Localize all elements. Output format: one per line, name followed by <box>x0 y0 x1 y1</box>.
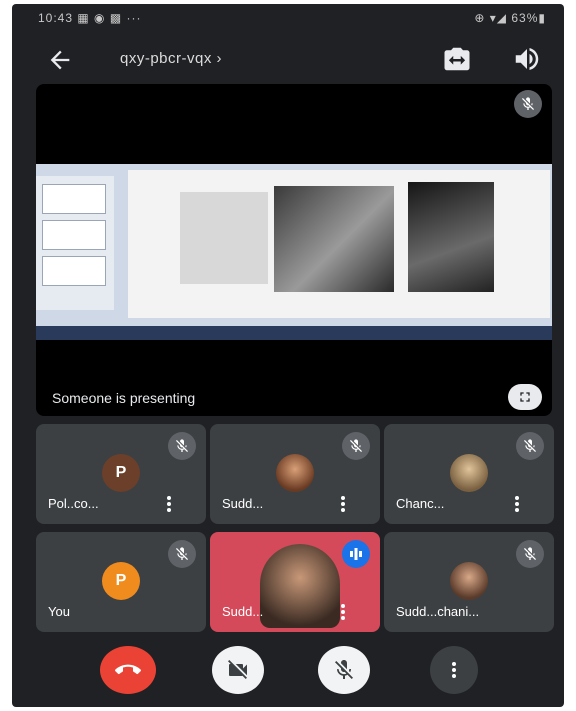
speaker-button[interactable] <box>512 44 542 74</box>
slide-canvas <box>128 170 550 318</box>
presentation-label: Someone is presenting <box>52 390 196 406</box>
participant-mic-off <box>516 540 544 568</box>
participant-tile-speaking[interactable]: Sudd... <box>210 532 380 632</box>
more-vert-icon <box>341 496 345 512</box>
more-vert-icon <box>452 662 456 678</box>
slide-image-face <box>180 192 268 284</box>
participant-name: Chanc... <box>396 496 445 511</box>
meeting-code[interactable]: qxy-pbcr-vqx › <box>120 50 222 67</box>
mic-off-icon <box>524 439 536 452</box>
participant-name: Sudd... <box>222 496 264 511</box>
mic-toggle-button[interactable] <box>318 646 370 694</box>
participant-tile-self[interactable]: P You <box>36 532 206 632</box>
camera-toggle-button[interactable] <box>212 646 264 694</box>
participant-tile[interactable]: Sudd... <box>210 424 380 524</box>
end-call-button[interactable] <box>100 646 156 694</box>
avatar <box>276 454 314 492</box>
participant-name: Sudd...chani... <box>396 604 480 619</box>
mic-off-icon <box>524 547 536 560</box>
camera-off-icon <box>228 660 247 679</box>
shared-taskbar <box>36 326 552 340</box>
participant-mic-off <box>516 432 544 460</box>
switch-camera-button[interactable] <box>442 44 472 74</box>
back-arrow-icon <box>50 50 70 70</box>
more-vert-icon <box>341 604 345 620</box>
participant-name: You <box>48 604 70 619</box>
slide-thumbnail <box>42 220 106 250</box>
participant-mic-off <box>342 432 370 460</box>
more-options-button[interactable] <box>430 646 478 694</box>
status-bar-left: 10:43 ▦ ◉ ▩ ··· <box>38 11 142 25</box>
speaking-icon <box>350 548 362 560</box>
fullscreen-icon <box>520 392 530 402</box>
participant-tile[interactable]: Sudd...chani... <box>384 532 554 632</box>
status-bar-right: ⊕ ▾◢ 63%▮ <box>474 11 546 25</box>
call-controls <box>12 640 564 700</box>
status-bar: 10:43 ▦ ◉ ▩ ··· ⊕ ▾◢ 63%▮ <box>12 4 564 32</box>
speaking-indicator <box>342 540 370 568</box>
slide-image-hand-xray <box>408 182 494 292</box>
fullscreen-button[interactable] <box>508 384 542 410</box>
mic-off-icon <box>176 547 188 560</box>
presentation-tile[interactable]: Someone is presenting <box>36 84 552 416</box>
shared-screen <box>36 164 552 340</box>
avatar: P <box>102 562 140 600</box>
call-end-icon <box>115 664 141 675</box>
participant-tile[interactable]: P Pol..co... <box>36 424 206 524</box>
participant-tile[interactable]: Chanc... <box>384 424 554 524</box>
participant-more-button[interactable] <box>336 602 350 622</box>
participant-more-button[interactable] <box>510 494 524 514</box>
speaker-icon <box>515 48 539 70</box>
presenter-mic-off <box>514 90 542 118</box>
slide-thumbnail <box>42 184 106 214</box>
participant-more-button[interactable] <box>336 494 350 514</box>
participant-video <box>260 544 340 628</box>
mic-off-icon <box>522 97 534 110</box>
avatar <box>450 562 488 600</box>
participant-more-button[interactable] <box>162 494 176 514</box>
participant-name: Sudd... <box>222 604 264 619</box>
mic-off-icon <box>176 439 188 452</box>
participant-name: Pol..co... <box>48 496 99 511</box>
mic-off-icon <box>335 660 353 679</box>
participant-mic-off <box>168 540 196 568</box>
mic-off-icon <box>350 439 362 452</box>
slide-thumbnails <box>36 176 114 310</box>
avatar <box>450 454 488 492</box>
top-bar: qxy-pbcr-vqx › <box>12 36 564 80</box>
avatar: P <box>102 454 140 492</box>
participant-mic-off <box>168 432 196 460</box>
switch-camera-icon <box>444 47 470 71</box>
more-vert-icon <box>167 496 171 512</box>
slide-thumbnail <box>42 256 106 286</box>
more-vert-icon <box>515 496 519 512</box>
slide-image-xray <box>274 186 394 292</box>
meet-screen: 10:43 ▦ ◉ ▩ ··· ⊕ ▾◢ 63%▮ qxy-pbcr-vqx › <box>12 4 564 707</box>
back-button[interactable] <box>46 46 74 74</box>
